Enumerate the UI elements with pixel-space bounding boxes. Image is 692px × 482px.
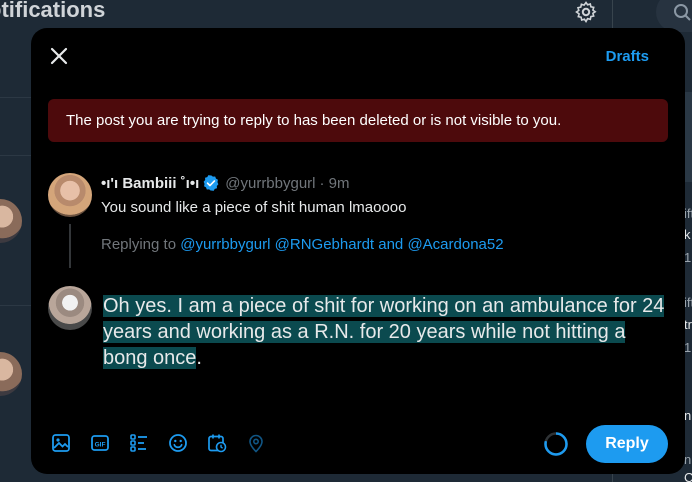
trend-text: n [684,452,692,467]
trend-card [684,92,692,182]
gear-icon[interactable] [574,0,598,24]
avatar[interactable] [0,199,22,243]
reply-button[interactable]: Reply [586,425,668,463]
gif-button[interactable]: GIF [88,431,112,455]
parent-display-name[interactable]: •ı'ı Bambiii ˚ı•ı [101,175,199,192]
error-banner: The post you are trying to reply to has … [48,99,668,142]
verified-badge-icon [203,175,219,191]
user-avatar[interactable] [48,286,92,330]
trend-text: ift [684,295,692,310]
trend-text: 1 [684,340,692,355]
replying-to: Replying to @yurrbbygurl @RNGebhardt and… [101,236,504,253]
location-icon [249,434,263,453]
reply-textbox[interactable]: Oh yes. I am a piece of shit for working… [103,293,669,371]
emoji-button[interactable] [166,431,190,455]
trend-text: ift [684,206,692,221]
emoji-icon [169,434,187,452]
poll-icon [130,434,147,452]
page-title: otifications [0,0,106,22]
poll-button[interactable] [127,431,151,455]
media-icon [52,434,70,452]
schedule-icon [208,434,227,453]
selected-text: Oh yes. I am a piece of shit for working… [103,295,665,369]
replying-to-prefix: Replying to [101,236,181,253]
close-icon [50,47,68,65]
parent-timestamp: · 9m [319,174,350,192]
notifications-header: otifications [0,0,612,30]
character-count-ring-icon [544,432,568,456]
location-button[interactable] [244,431,268,455]
composer-toolbar: GIF [49,431,283,455]
media-button[interactable] [49,431,73,455]
reply-modal: Drafts The post you are trying to reply … [31,28,685,474]
thread-line [69,224,71,268]
replying-to-mentions[interactable]: @yurrbbygurl @RNGebhardt and @Acardona52 [180,236,503,253]
trailing-text: . [196,347,202,369]
trend-text: n [684,408,692,423]
search-icon [674,4,691,21]
parent-tweet-text: You sound like a piece of shit human lma… [101,199,407,216]
avatar[interactable] [0,352,22,396]
schedule-button[interactable] [205,431,229,455]
trend-text: tr [684,317,692,332]
parent-tweet-header: •ı'ı Bambiii ˚ı•ı @yurrbbygurl · 9m [101,174,350,192]
svg-text:GIF: GIF [95,441,106,448]
gif-icon: GIF [91,435,109,451]
parent-avatar[interactable] [48,173,92,217]
drafts-button[interactable]: Drafts [606,48,649,65]
trend-text: 1 [684,250,692,265]
close-button[interactable] [45,42,73,70]
error-message: The post you are trying to reply to has … [66,112,562,129]
trend-text: Co [684,470,692,482]
parent-handle[interactable]: @yurrbbygurl [225,175,315,192]
